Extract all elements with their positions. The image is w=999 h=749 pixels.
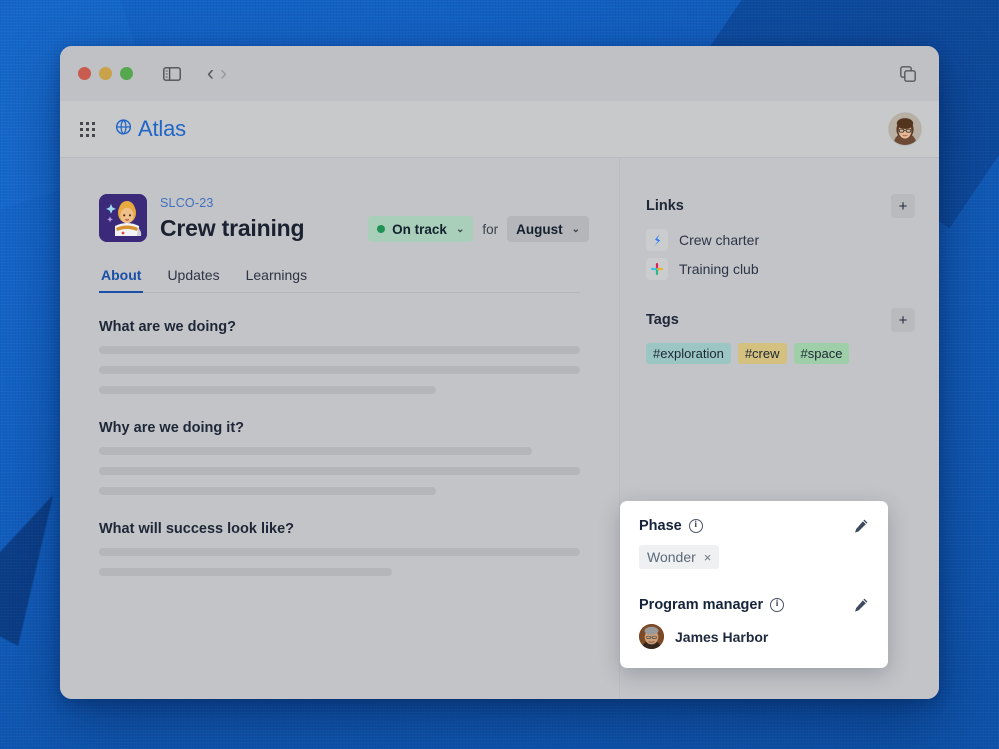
project-meta: SLCO-23 Crew training [160, 194, 305, 242]
link-label: Crew charter [679, 232, 760, 248]
page-content: SLCO-23 Crew training On track ⌄ for Aug… [60, 158, 939, 699]
skeleton-line [99, 548, 580, 556]
info-icon[interactable]: i [688, 519, 703, 533]
chevron-down-icon: ⌄ [571, 223, 580, 235]
forward-arrow-icon[interactable]: › [220, 63, 227, 84]
period-selector[interactable]: August ⌄ [507, 216, 589, 242]
section-heading: What will success look like? [99, 521, 295, 537]
desktop-background: ‹ › Atlas SLCO-23 Crew training On track… [0, 0, 999, 749]
status-label: On track [392, 221, 447, 237]
browser-window: ‹ › Atlas SLCO-23 Crew training On track… [60, 46, 939, 699]
navigation-arrows[interactable]: ‹ › [207, 63, 227, 84]
link-label: Training club [679, 261, 759, 277]
links-header: Links + [646, 194, 915, 218]
project-key[interactable]: SLCO-23 [160, 196, 304, 210]
window-titlebar: ‹ › [60, 46, 939, 101]
app-switcher-grid-icon[interactable] [80, 121, 95, 137]
project-header: SLCO-23 Crew training On track ⌄ for Aug… [99, 194, 619, 242]
tab-bar: About Updates Learnings [99, 267, 580, 293]
back-arrow-icon[interactable]: ‹ [207, 63, 214, 84]
skeleton-line [99, 447, 532, 455]
status-badge[interactable]: On track ⌄ [368, 216, 474, 242]
program-manager-label: Program manager [639, 597, 764, 613]
section-what-will-success-look-like: What will success look like? [99, 521, 580, 576]
add-link-button[interactable]: + [891, 194, 915, 218]
skeleton-line [99, 467, 580, 475]
status-dot-icon [377, 225, 386, 233]
page-title: Crew training [160, 215, 305, 241]
tag-space[interactable]: #space [793, 343, 850, 364]
program-manager-field-header: Program manager i [639, 597, 869, 613]
slack-icon [646, 258, 668, 280]
atlas-brand-label: Atlas [138, 116, 186, 141]
tab-about[interactable]: About [99, 267, 144, 293]
link-item-training-club[interactable]: Training club [646, 258, 915, 280]
section-heading: What are we doing? [99, 319, 236, 335]
tag-exploration[interactable]: #exploration [646, 343, 731, 364]
section-why-are-we-doing-it: Why are we doing it? [99, 420, 580, 495]
close-window-button[interactable] [78, 67, 91, 80]
skeleton-line [99, 346, 580, 354]
project-avatar-icon [99, 194, 147, 242]
confluence-icon [646, 229, 668, 251]
tab-updates[interactable]: Updates [165, 267, 221, 292]
highlight-card: Phase i Wonder × Program manager i James… [620, 501, 888, 668]
info-icon[interactable]: i [770, 598, 785, 612]
skeleton-line [99, 487, 436, 495]
tags-title: Tags [646, 312, 679, 328]
phase-label: Phase [639, 518, 682, 534]
edit-phase-pencil-icon[interactable] [853, 518, 869, 534]
program-manager-name: James Harbor [675, 628, 769, 645]
window-traffic-lights[interactable] [78, 67, 133, 80]
status-controls: On track ⌄ for August ⌄ [368, 194, 589, 242]
links-title: Links [646, 198, 684, 214]
atlas-brand[interactable]: Atlas [114, 116, 186, 142]
james-harbor-avatar [639, 624, 664, 649]
for-label: for [482, 221, 499, 237]
chevron-down-icon: ⌄ [455, 223, 465, 235]
user-avatar[interactable] [889, 113, 921, 145]
tab-learnings[interactable]: Learnings [244, 267, 310, 292]
tag-list: #exploration #crew #space [646, 343, 915, 364]
close-icon[interactable]: × [704, 550, 712, 565]
edit-program-manager-pencil-icon[interactable] [853, 597, 869, 613]
tab-overview-icon[interactable] [895, 61, 921, 87]
phase-field-header: Phase i [639, 518, 869, 534]
skeleton-line [99, 366, 580, 374]
tag-crew[interactable]: #crew [737, 343, 787, 364]
program-manager-person[interactable]: James Harbor [639, 624, 869, 649]
period-label: August [516, 221, 563, 237]
tags-header: Tags + [646, 308, 915, 332]
link-item-crew-charter[interactable]: Crew charter [646, 229, 915, 251]
add-tag-button[interactable]: + [891, 308, 915, 332]
section-heading: Why are we doing it? [99, 420, 245, 436]
tags-block: Tags + #exploration #crew #space [646, 308, 915, 364]
minimize-window-button[interactable] [99, 67, 112, 80]
atlas-app-bar: Atlas [60, 101, 939, 158]
skeleton-line [99, 386, 436, 394]
maximize-window-button[interactable] [120, 67, 133, 80]
atlas-globe-icon [114, 117, 133, 141]
sidebar-toggle-icon[interactable] [159, 61, 185, 87]
section-what-are-we-doing: What are we doing? [99, 319, 580, 394]
program-manager-field: Program manager i James Harbor [639, 597, 869, 649]
skeleton-line [99, 568, 393, 576]
phase-chip-label: Wonder [647, 549, 696, 565]
phase-chip[interactable]: Wonder × [639, 545, 720, 569]
main-column: SLCO-23 Crew training On track ⌄ for Aug… [60, 158, 620, 699]
sidebar-column: Links + Crew charter Training club Tags … [620, 158, 939, 699]
